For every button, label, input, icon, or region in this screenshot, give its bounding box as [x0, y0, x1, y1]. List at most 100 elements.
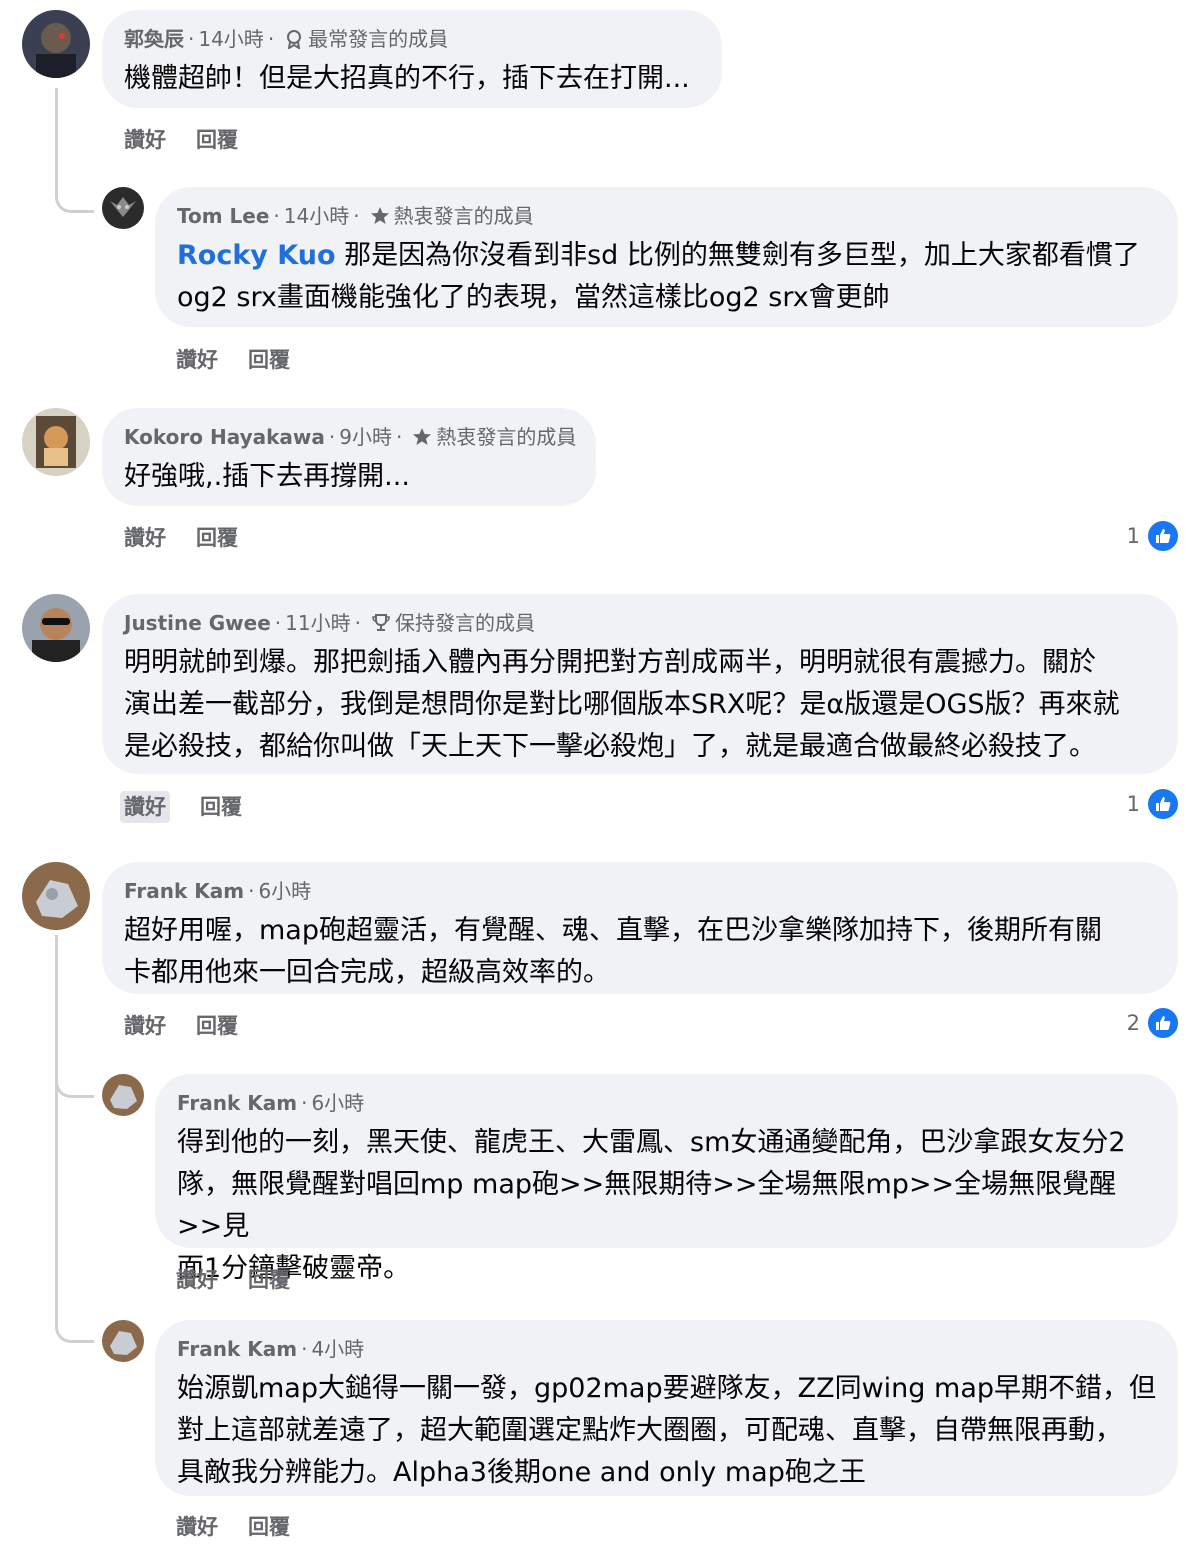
comment-actions: 讚好 回覆	[124, 124, 238, 156]
comment-meta: Tom Lee · 14小時 · 熱衷發言的成員	[177, 201, 1156, 231]
comment-meta: 郭奐辰 · 14小時 · 最常發言的成員	[124, 24, 700, 54]
star-icon	[370, 206, 390, 226]
comment-text-line: 得到他的一刻，黑天使、龍虎王、大雷鳳、sm女通通變配角，巴沙拿跟女友分2	[177, 1127, 1126, 1158]
comment-meta: Frank Kam · 4小時	[177, 1334, 1156, 1364]
like-reaction-icon	[1146, 787, 1180, 821]
reply-button[interactable]: 回覆	[248, 1511, 290, 1543]
separator: ·	[188, 27, 195, 51]
separator: ·	[354, 611, 361, 635]
author-name[interactable]: Frank Kam	[177, 1088, 297, 1118]
comment-text-line: 明明就帥到爆。那把劍插入體內再分開把對方剖成兩半，明明就很有震撼力。關於	[124, 647, 1096, 678]
rising-member-icon	[284, 29, 304, 49]
reply-button[interactable]: 回覆	[200, 791, 242, 823]
avatar[interactable]	[22, 594, 90, 662]
comment-actions: 讚好 回覆	[176, 344, 290, 376]
comment-text: 超好用喔，map砲超靈活，有覺醒、魂、直擊，在巴沙拿樂隊加持下，後期所有關 卡都…	[124, 910, 1156, 994]
reaction-count: 1	[1126, 524, 1140, 548]
comment-text-line: 卡都用他來一回合完成，超級高效率的。	[124, 957, 610, 988]
author-name[interactable]: Kokoro Hayakawa	[124, 422, 325, 452]
timestamp[interactable]: 14小時	[198, 24, 263, 54]
trophy-icon	[371, 613, 391, 633]
like-reaction-icon	[1146, 1006, 1180, 1040]
member-badge: 保持發言的成員	[394, 611, 535, 635]
like-button[interactable]: 讚好	[176, 344, 218, 376]
avatar[interactable]	[102, 1074, 144, 1116]
comment-bubble: Frank Kam · 4小時 始源凱map大鎚得一關一發，gp02map要避隊…	[155, 1320, 1178, 1496]
reply-button[interactable]: 回覆	[248, 344, 290, 376]
reaction-count: 1	[1126, 792, 1140, 816]
comment-text-line: 超好用喔，map砲超靈活，有覺醒、魂、直擊，在巴沙拿樂隊加持下，後期所有關	[124, 915, 1102, 946]
member-badge: 熱衷發言的成員	[393, 204, 534, 228]
thread-connector	[55, 1310, 94, 1343]
comment-text-line: 演出差一截部分，我倒是想問你是對比哪個版本SRX呢？是α版還是OGS版？再來就	[124, 689, 1120, 720]
mention-link[interactable]: Rocky Kuo	[177, 240, 336, 271]
comment-meta: Kokoro Hayakawa · 9小時 · 熱衷發言的成員	[124, 422, 577, 452]
star-icon	[412, 427, 432, 447]
avatar[interactable]	[102, 1320, 144, 1362]
comment-text: 始源凱map大鎚得一關一發，gp02map要避隊友，ZZ同wing map早期不…	[177, 1368, 1156, 1494]
comment-text: 機體超帥！但是大招真的不行，插下去在打開...	[124, 63, 690, 94]
comment-bubble: 郭奐辰 · 14小時 · 最常發言的成員 機體超帥！但是大招真的不行，插下去在打…	[102, 10, 722, 108]
comment-text-line: 那是因為你沒看到非sd 比例的無雙劍有多巨型，加上大家都看慣了	[335, 240, 1140, 271]
separator: ·	[301, 1091, 308, 1115]
timestamp[interactable]: 6小時	[311, 1088, 364, 1118]
like-button[interactable]: 讚好	[124, 1010, 166, 1042]
comment-text-line: 隊，無限覺醒對唱回mp map砲>>無限期待>>全場無限mp>>全場無限覺醒>>…	[177, 1169, 1117, 1242]
reply-button[interactable]: 回覆	[248, 1264, 290, 1296]
author-name[interactable]: Frank Kam	[124, 876, 244, 906]
comment-text-line: 對上這部就差遠了，超大範圍選定點炸大圈圈，可配魂、直擊，自帶無限再動，	[177, 1415, 1122, 1446]
comment-bubble: Justine Gwee · 11小時 · 保持發言的成員 明明就帥到爆。那把劍…	[102, 594, 1178, 774]
reply-button[interactable]: 回覆	[196, 522, 238, 554]
separator: ·	[353, 204, 360, 228]
like-button[interactable]: 讚好	[120, 791, 170, 823]
comment-actions: 讚好 回覆	[120, 791, 242, 823]
member-badge: 最常發言的成員	[308, 27, 449, 51]
comment-actions: 讚好 回覆	[176, 1511, 290, 1543]
comment-actions: 讚好 回覆	[124, 1010, 238, 1042]
separator: ·	[248, 879, 255, 903]
author-name[interactable]: Tom Lee	[177, 201, 269, 231]
author-name[interactable]: Frank Kam	[177, 1334, 297, 1364]
comment-bubble: Tom Lee · 14小時 · 熱衷發言的成員 Rocky Kuo 那是因為你…	[155, 187, 1178, 327]
like-button[interactable]: 讚好	[176, 1264, 218, 1296]
thread-line	[55, 935, 58, 1315]
comment-text: Rocky Kuo 那是因為你沒看到非sd 比例的無雙劍有多巨型，加上大家都看慣…	[177, 235, 1156, 319]
comment-text-line: 是必殺技，都給你叫做「天上天下一擊必殺炮」了，就是最適合做最終必殺技了。	[124, 731, 1096, 762]
thread-connector	[55, 1065, 94, 1098]
timestamp[interactable]: 11小時	[285, 608, 350, 638]
thread-connector	[55, 180, 94, 213]
reply-button[interactable]: 回覆	[196, 1010, 238, 1042]
avatar[interactable]	[22, 408, 90, 476]
separator: ·	[274, 611, 282, 635]
timestamp[interactable]: 6小時	[258, 876, 311, 906]
reaction-summary[interactable]: 2	[1126, 1006, 1180, 1040]
like-button[interactable]: 讚好	[124, 124, 166, 156]
comment-text: 明明就帥到爆。那把劍插入體內再分開把對方剖成兩半，明明就很有震撼力。關於 演出差…	[124, 642, 1156, 768]
author-name[interactable]: Justine Gwee	[124, 608, 271, 638]
avatar[interactable]	[102, 187, 144, 229]
like-reaction-icon	[1146, 519, 1180, 553]
comment-bubble: Kokoro Hayakawa · 9小時 · 熱衷發言的成員 好強哦,.插下去…	[102, 408, 596, 506]
avatar[interactable]	[22, 10, 90, 78]
timestamp[interactable]: 14小時	[284, 201, 349, 231]
separator: ·	[267, 27, 275, 51]
thread-line	[55, 88, 58, 188]
like-button[interactable]: 讚好	[124, 522, 166, 554]
comment-actions: 讚好 回覆	[176, 1264, 290, 1296]
reaction-summary[interactable]: 1	[1126, 787, 1180, 821]
timestamp[interactable]: 9小時	[339, 422, 392, 452]
like-button[interactable]: 讚好	[176, 1511, 218, 1543]
timestamp[interactable]: 4小時	[311, 1334, 364, 1364]
author-name[interactable]: 郭奐辰	[124, 24, 184, 54]
comment-meta: Justine Gwee · 11小時 · 保持發言的成員	[124, 608, 1156, 638]
reaction-count: 2	[1126, 1011, 1140, 1035]
separator: ·	[395, 425, 403, 449]
member-badge: 熱衷發言的成員	[436, 425, 577, 449]
separator: ·	[301, 1337, 308, 1361]
avatar[interactable]	[22, 862, 90, 930]
separator: ·	[273, 204, 280, 228]
reaction-summary[interactable]: 1	[1126, 519, 1180, 553]
reply-button[interactable]: 回覆	[196, 124, 238, 156]
separator: ·	[328, 425, 336, 449]
comment-actions: 讚好 回覆	[124, 522, 238, 554]
